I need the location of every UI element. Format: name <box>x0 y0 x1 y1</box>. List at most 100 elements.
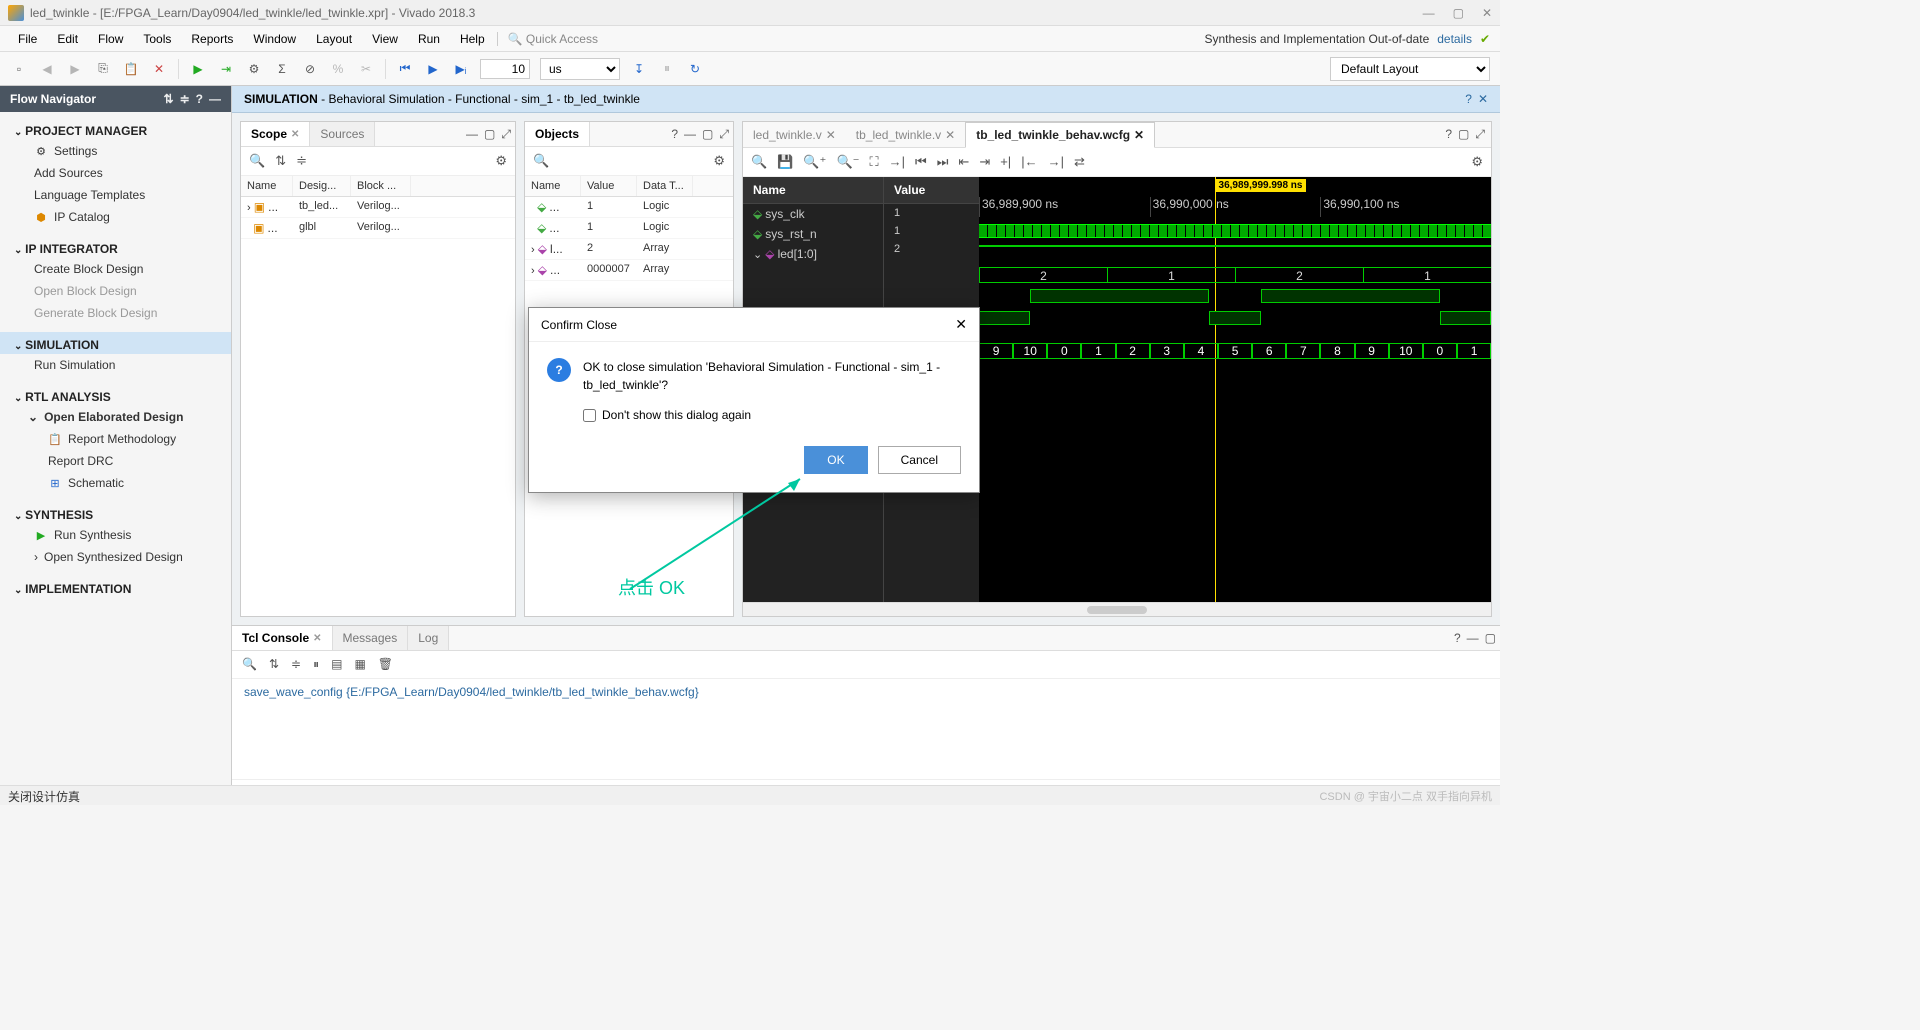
nav-lang-templates[interactable]: Language Templates <box>0 184 231 206</box>
help-icon[interactable]: ? <box>196 92 203 106</box>
signal-row[interactable]: ⬙ sys_rst_n <box>743 224 883 244</box>
nav-open-synth[interactable]: › Open Synthesized Design <box>0 546 231 568</box>
close-window-button[interactable]: ✕ <box>1482 6 1492 20</box>
tab-scope[interactable]: Scope✕ <box>241 122 310 146</box>
collapse-icon[interactable]: ⇅ <box>269 657 279 672</box>
nav-schematic[interactable]: ⊞Schematic <box>0 472 231 494</box>
time-input[interactable] <box>480 59 530 79</box>
trash-icon[interactable]: 🗑 <box>378 657 393 672</box>
nav-report-method[interactable]: 📋Report Methodology <box>0 428 231 450</box>
filter-icon[interactable]: ≑ <box>291 657 301 672</box>
max-icon[interactable]: ▢ <box>1458 127 1469 142</box>
menu-flow[interactable]: Flow <box>90 29 131 49</box>
gear-icon[interactable]: ⚙ <box>1471 154 1483 170</box>
step-icon[interactable]: ⇥ <box>217 60 235 78</box>
time-unit-select[interactable]: us <box>540 58 620 80</box>
relaunch-icon[interactable]: ↻ <box>686 60 704 78</box>
col-block[interactable]: Block ... <box>351 176 411 196</box>
table-row[interactable]: › ▣ ...tb_led...Verilog... <box>241 197 515 218</box>
cut-icon[interactable]: ✂ <box>357 60 375 78</box>
search-icon[interactable]: 🔍 <box>242 657 257 672</box>
run-icon[interactable]: ▶ <box>189 60 207 78</box>
gear-icon[interactable]: ⚙ <box>245 60 263 78</box>
ok-button[interactable]: OK <box>804 446 867 474</box>
close-icon[interactable]: ✕ <box>1478 92 1488 106</box>
min-icon[interactable]: — <box>1467 631 1479 645</box>
details-link[interactable]: details <box>1437 32 1472 46</box>
max-icon[interactable]: ▢ <box>484 127 495 142</box>
menu-window[interactable]: Window <box>245 29 304 49</box>
clear-icon[interactable]: ▤ <box>331 657 342 672</box>
zoom-in-icon[interactable]: 🔍⁺ <box>803 154 826 170</box>
nav-add-sources[interactable]: Add Sources <box>0 162 231 184</box>
next-tran-icon[interactable]: ⇥ <box>979 154 990 170</box>
menu-run[interactable]: Run <box>410 29 448 49</box>
table-row[interactable]: ▣ ...glblVerilog... <box>241 218 515 239</box>
swap-icon[interactable]: ⇄ <box>1074 154 1085 170</box>
col-design[interactable]: Desig... <box>293 176 351 196</box>
ext-icon[interactable]: ⤢ <box>719 127 729 142</box>
max-icon[interactable]: ▢ <box>1485 631 1496 645</box>
help-icon[interactable]: ? <box>1454 631 1461 645</box>
tab-tcl-console[interactable]: Tcl Console✕ <box>232 626 333 650</box>
min-icon[interactable]: — <box>209 92 221 106</box>
ext-icon[interactable]: ⤢ <box>501 127 511 142</box>
nav-settings[interactable]: ⚙Settings <box>0 140 231 162</box>
search-icon[interactable]: 🔍 <box>751 154 767 170</box>
table-row[interactable]: ⬙ ...1Logic <box>525 197 733 218</box>
pause-icon[interactable]: ⏸ <box>313 657 319 672</box>
nav-ip-catalog[interactable]: ⬢IP Catalog <box>0 206 231 228</box>
step-over-icon[interactable]: ↧ <box>630 60 648 78</box>
play-icon[interactable]: ▶ <box>424 60 442 78</box>
paste-icon[interactable]: 📋 <box>122 60 140 78</box>
nav-report-drc[interactable]: Report DRC <box>0 450 231 472</box>
min-icon[interactable]: — <box>466 127 478 142</box>
tab-objects[interactable]: Objects <box>525 122 590 146</box>
tab-led-twinkle-v[interactable]: led_twinkle.v✕ <box>743 123 846 147</box>
col-value[interactable]: Value <box>581 176 637 196</box>
delete-icon[interactable]: ✕ <box>150 60 168 78</box>
tab-tb-led-twinkle-v[interactable]: tb_led_twinkle.v✕ <box>846 123 965 147</box>
go-to-cursor-icon[interactable]: →| <box>889 154 905 170</box>
cancel-button[interactable]: Cancel <box>878 446 961 474</box>
next-marker-icon[interactable]: →| <box>1048 154 1064 170</box>
copy-icon[interactable]: ⎘ <box>94 60 112 78</box>
menu-edit[interactable]: Edit <box>49 29 86 49</box>
dont-show-checkbox[interactable] <box>583 409 596 422</box>
minimize-button[interactable]: — <box>1423 6 1435 20</box>
wave-scrollbar[interactable] <box>743 602 1491 616</box>
zoom-fit-icon[interactable]: ⛶ <box>870 154 879 170</box>
nav-simulation[interactable]: SIMULATION <box>0 332 231 354</box>
prev-marker-icon[interactable]: |← <box>1021 154 1037 170</box>
layout-select[interactable]: Default Layout <box>1330 57 1490 81</box>
pause-icon[interactable]: ⏸ <box>658 60 676 78</box>
help-icon[interactable]: ? <box>671 127 678 142</box>
collapse-icon[interactable]: ⇅ <box>164 92 174 106</box>
help-icon[interactable]: ? <box>1445 127 1452 142</box>
expand-icon[interactable]: ≑ <box>180 92 190 106</box>
tab-wcfg[interactable]: tb_led_twinkle_behav.wcfg✕ <box>965 122 1155 148</box>
tab-messages[interactable]: Messages <box>333 626 409 650</box>
nav-project-manager[interactable]: PROJECT MANAGER <box>0 118 231 140</box>
expand-icon[interactable]: ▦ <box>354 657 365 672</box>
close-icon[interactable]: ✕ <box>291 129 299 140</box>
nav-run-simulation[interactable]: Run Simulation <box>0 354 231 376</box>
back-icon[interactable]: ◀ <box>38 60 56 78</box>
restart-icon[interactable]: ⏮ <box>396 60 414 78</box>
add-marker-icon[interactable]: +| <box>1000 154 1011 170</box>
menu-layout[interactable]: Layout <box>308 29 360 49</box>
nav-create-block[interactable]: Create Block Design <box>0 258 231 280</box>
col-name[interactable]: Name <box>525 176 581 196</box>
col-type[interactable]: Data T... <box>637 176 693 196</box>
save-icon[interactable]: 💾 <box>777 154 793 170</box>
nav-open-elab[interactable]: ⌄ Open Elaborated Design <box>0 406 231 428</box>
menu-help[interactable]: Help <box>452 29 493 49</box>
col-name[interactable]: Name <box>241 176 293 196</box>
sigma-icon[interactable]: Σ <box>273 60 291 78</box>
link-icon[interactable]: % <box>329 60 347 78</box>
ext-icon[interactable]: ⤢ <box>1475 127 1485 142</box>
signal-row[interactable]: ⬙ sys_clk <box>743 204 883 224</box>
menu-file[interactable]: File <box>10 29 45 49</box>
filter-icon[interactable]: ≑ <box>296 153 307 169</box>
table-row[interactable]: › ⬙ ...0000007Array <box>525 260 733 281</box>
